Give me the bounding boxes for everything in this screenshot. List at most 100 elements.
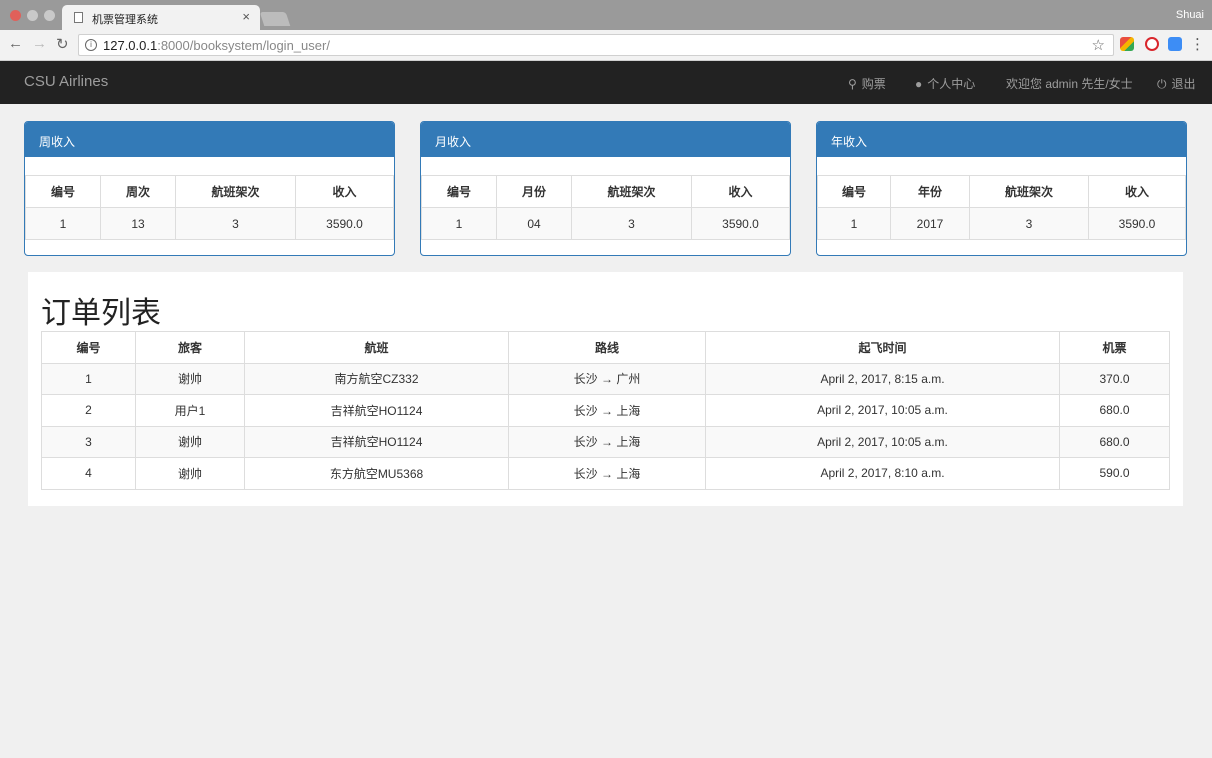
column-header: 收入 xyxy=(1088,175,1186,208)
table-cell: 谢帅 xyxy=(135,362,245,395)
column-header: 收入 xyxy=(691,175,790,208)
personal-center-link[interactable]: ● 个人中心 xyxy=(915,75,975,92)
table-cell: 谢帅 xyxy=(135,457,245,490)
table-cell: 长沙 → 广州 xyxy=(508,362,706,395)
search-icon: ⚲ xyxy=(848,77,857,91)
column-header: 年份 xyxy=(890,175,970,208)
table-cell: 4 xyxy=(41,457,136,490)
url-text: 127.0.0.1:8000/booksystem/login_user/ xyxy=(103,38,330,53)
table-row: 2 用户1 吉祥航空HO1124 长沙 → 上海 April 2, 2017, … xyxy=(41,394,1170,427)
tab-close-icon[interactable]: × xyxy=(242,9,250,24)
order-table: 编号 旅客 航班 路线 起飞时间 机票 1 谢帅 南方航空CZ332 长沙 → … xyxy=(41,331,1170,490)
table-cell: April 2, 2017, 10:05 a.m. xyxy=(705,425,1060,458)
table-row: 1 13 3 3590.0 xyxy=(25,207,394,240)
weekly-income-table: 编号 周次 航班架次 收入 1 13 3 3590.0 xyxy=(25,175,394,240)
panel-title: 年收入 xyxy=(817,122,1186,157)
table-cell: 680.0 xyxy=(1059,425,1170,458)
bookmark-star-icon[interactable]: ☆ xyxy=(1092,36,1105,54)
weekly-income-panel: 周收入 编号 周次 航班架次 收入 1 13 3 3590.0 xyxy=(24,121,395,256)
table-cell: 680.0 xyxy=(1059,394,1170,427)
table-cell: 3590.0 xyxy=(295,207,394,240)
table-cell: 用户1 xyxy=(135,394,245,427)
address-bar[interactable]: i 127.0.0.1:8000/booksystem/login_user/ … xyxy=(78,34,1114,56)
column-header: 周次 xyxy=(100,175,176,208)
monthly-income-panel: 月收入 编号 月份 航班架次 收入 1 04 3 3590.0 xyxy=(420,121,791,256)
window-zoom-button[interactable] xyxy=(44,10,55,21)
table-cell: 1 xyxy=(41,362,136,395)
table-cell: 东方航空MU5368 xyxy=(244,457,509,490)
panel-title: 月收入 xyxy=(421,122,790,157)
window-minimize-button[interactable] xyxy=(27,10,38,21)
app-navbar: CSU Airlines ⚲ 购票 ● 个人中心 欢迎您 admin 先生/女士 ⏻… xyxy=(0,61,1212,104)
table-cell: 吉祥航空HO1124 xyxy=(244,394,509,427)
table-cell: 3 xyxy=(41,425,136,458)
opera-extension-icon[interactable] xyxy=(1145,37,1159,51)
order-list-section: 订单列表 编号 旅客 航班 路线 起飞时间 机票 1 谢帅 南方航空CZ332 … xyxy=(28,272,1183,506)
column-header: 机票 xyxy=(1059,331,1170,364)
logout-link[interactable]: ⏻ 退出 xyxy=(1157,75,1196,92)
table-cell: 2017 xyxy=(890,207,970,240)
column-header: 路线 xyxy=(508,331,706,364)
yearly-income-table: 编号 年份 航班架次 收入 1 2017 3 3590.0 xyxy=(817,175,1186,240)
table-cell: 3590.0 xyxy=(1088,207,1186,240)
table-cell: 谢帅 xyxy=(135,425,245,458)
browser-menu-icon[interactable]: ⋮ xyxy=(1190,35,1205,53)
extension-icon[interactable] xyxy=(1120,37,1134,51)
window-close-button[interactable] xyxy=(10,10,21,21)
brand-logo[interactable]: CSU Airlines xyxy=(24,73,108,90)
table-cell: 3 xyxy=(571,207,692,240)
forward-arrow-icon[interactable]: → xyxy=(32,35,47,52)
yearly-income-panel: 年收入 编号 年份 航班架次 收入 1 2017 3 3590.0 xyxy=(816,121,1187,256)
column-header: 编号 xyxy=(421,175,497,208)
table-cell: 04 xyxy=(496,207,572,240)
table-cell: 3 xyxy=(175,207,296,240)
info-icon[interactable]: i xyxy=(85,39,97,51)
table-cell: 长沙 → 上海 xyxy=(508,394,706,427)
table-cell: 1 xyxy=(421,207,497,240)
new-tab-button[interactable] xyxy=(259,12,291,26)
welcome-text: 欢迎您 admin 先生/女士 xyxy=(1006,77,1133,91)
table-cell: 吉祥航空HO1124 xyxy=(244,425,509,458)
table-row: 4 谢帅 东方航空MU5368 长沙 → 上海 April 2, 2017, 8… xyxy=(41,457,1170,490)
column-header: 收入 xyxy=(295,175,394,208)
column-header: 旅客 xyxy=(135,331,245,364)
power-icon: ⏻ xyxy=(1157,77,1167,91)
table-cell: 2 xyxy=(41,394,136,427)
table-cell: 590.0 xyxy=(1059,457,1170,490)
panel-title: 周收入 xyxy=(25,122,394,157)
back-arrow-icon[interactable]: ← xyxy=(8,35,23,52)
table-cell: 南方航空CZ332 xyxy=(244,362,509,395)
document-icon xyxy=(74,12,83,23)
extension-blue-icon[interactable] xyxy=(1168,37,1182,51)
table-row: 1 2017 3 3590.0 xyxy=(817,207,1186,240)
monthly-income-table: 编号 月份 航班架次 收入 1 04 3 3590.0 xyxy=(421,175,790,240)
column-header: 航班架次 xyxy=(969,175,1089,208)
column-header: 月份 xyxy=(496,175,572,208)
user-icon: ● xyxy=(915,77,923,91)
browser-toolbar: ← → ↻ i 127.0.0.1:8000/booksystem/login_… xyxy=(0,30,1212,61)
buy-ticket-link[interactable]: ⚲ 购票 xyxy=(848,75,886,92)
profile-name[interactable]: Shuai xyxy=(1176,9,1204,21)
table-cell: April 2, 2017, 8:10 a.m. xyxy=(705,457,1060,490)
column-header: 起飞时间 xyxy=(705,331,1060,364)
table-cell: April 2, 2017, 10:05 a.m. xyxy=(705,394,1060,427)
table-row: 1 谢帅 南方航空CZ332 长沙 → 广州 April 2, 2017, 8:… xyxy=(41,362,1170,395)
table-cell: 长沙 → 上海 xyxy=(508,457,706,490)
table-cell: 3590.0 xyxy=(691,207,790,240)
column-header: 编号 xyxy=(25,175,101,208)
column-header: 编号 xyxy=(817,175,891,208)
browser-tab[interactable]: 机票管理系统 × xyxy=(62,5,260,30)
reload-icon[interactable]: ↻ xyxy=(56,35,69,53)
column-header: 编号 xyxy=(41,331,136,364)
page-title: 订单列表 xyxy=(41,297,161,330)
table-cell: 1 xyxy=(25,207,101,240)
table-row: 3 谢帅 吉祥航空HO1124 长沙 → 上海 April 2, 2017, 1… xyxy=(41,425,1170,458)
table-cell: 370.0 xyxy=(1059,362,1170,395)
table-row: 1 04 3 3590.0 xyxy=(421,207,790,240)
column-header: 航班 xyxy=(244,331,509,364)
browser-tab-bar: 机票管理系统 × Shuai xyxy=(0,0,1212,30)
column-header: 航班架次 xyxy=(175,175,296,208)
tab-title: 机票管理系统 xyxy=(92,14,158,26)
column-header: 航班架次 xyxy=(571,175,692,208)
table-cell: 3 xyxy=(969,207,1089,240)
